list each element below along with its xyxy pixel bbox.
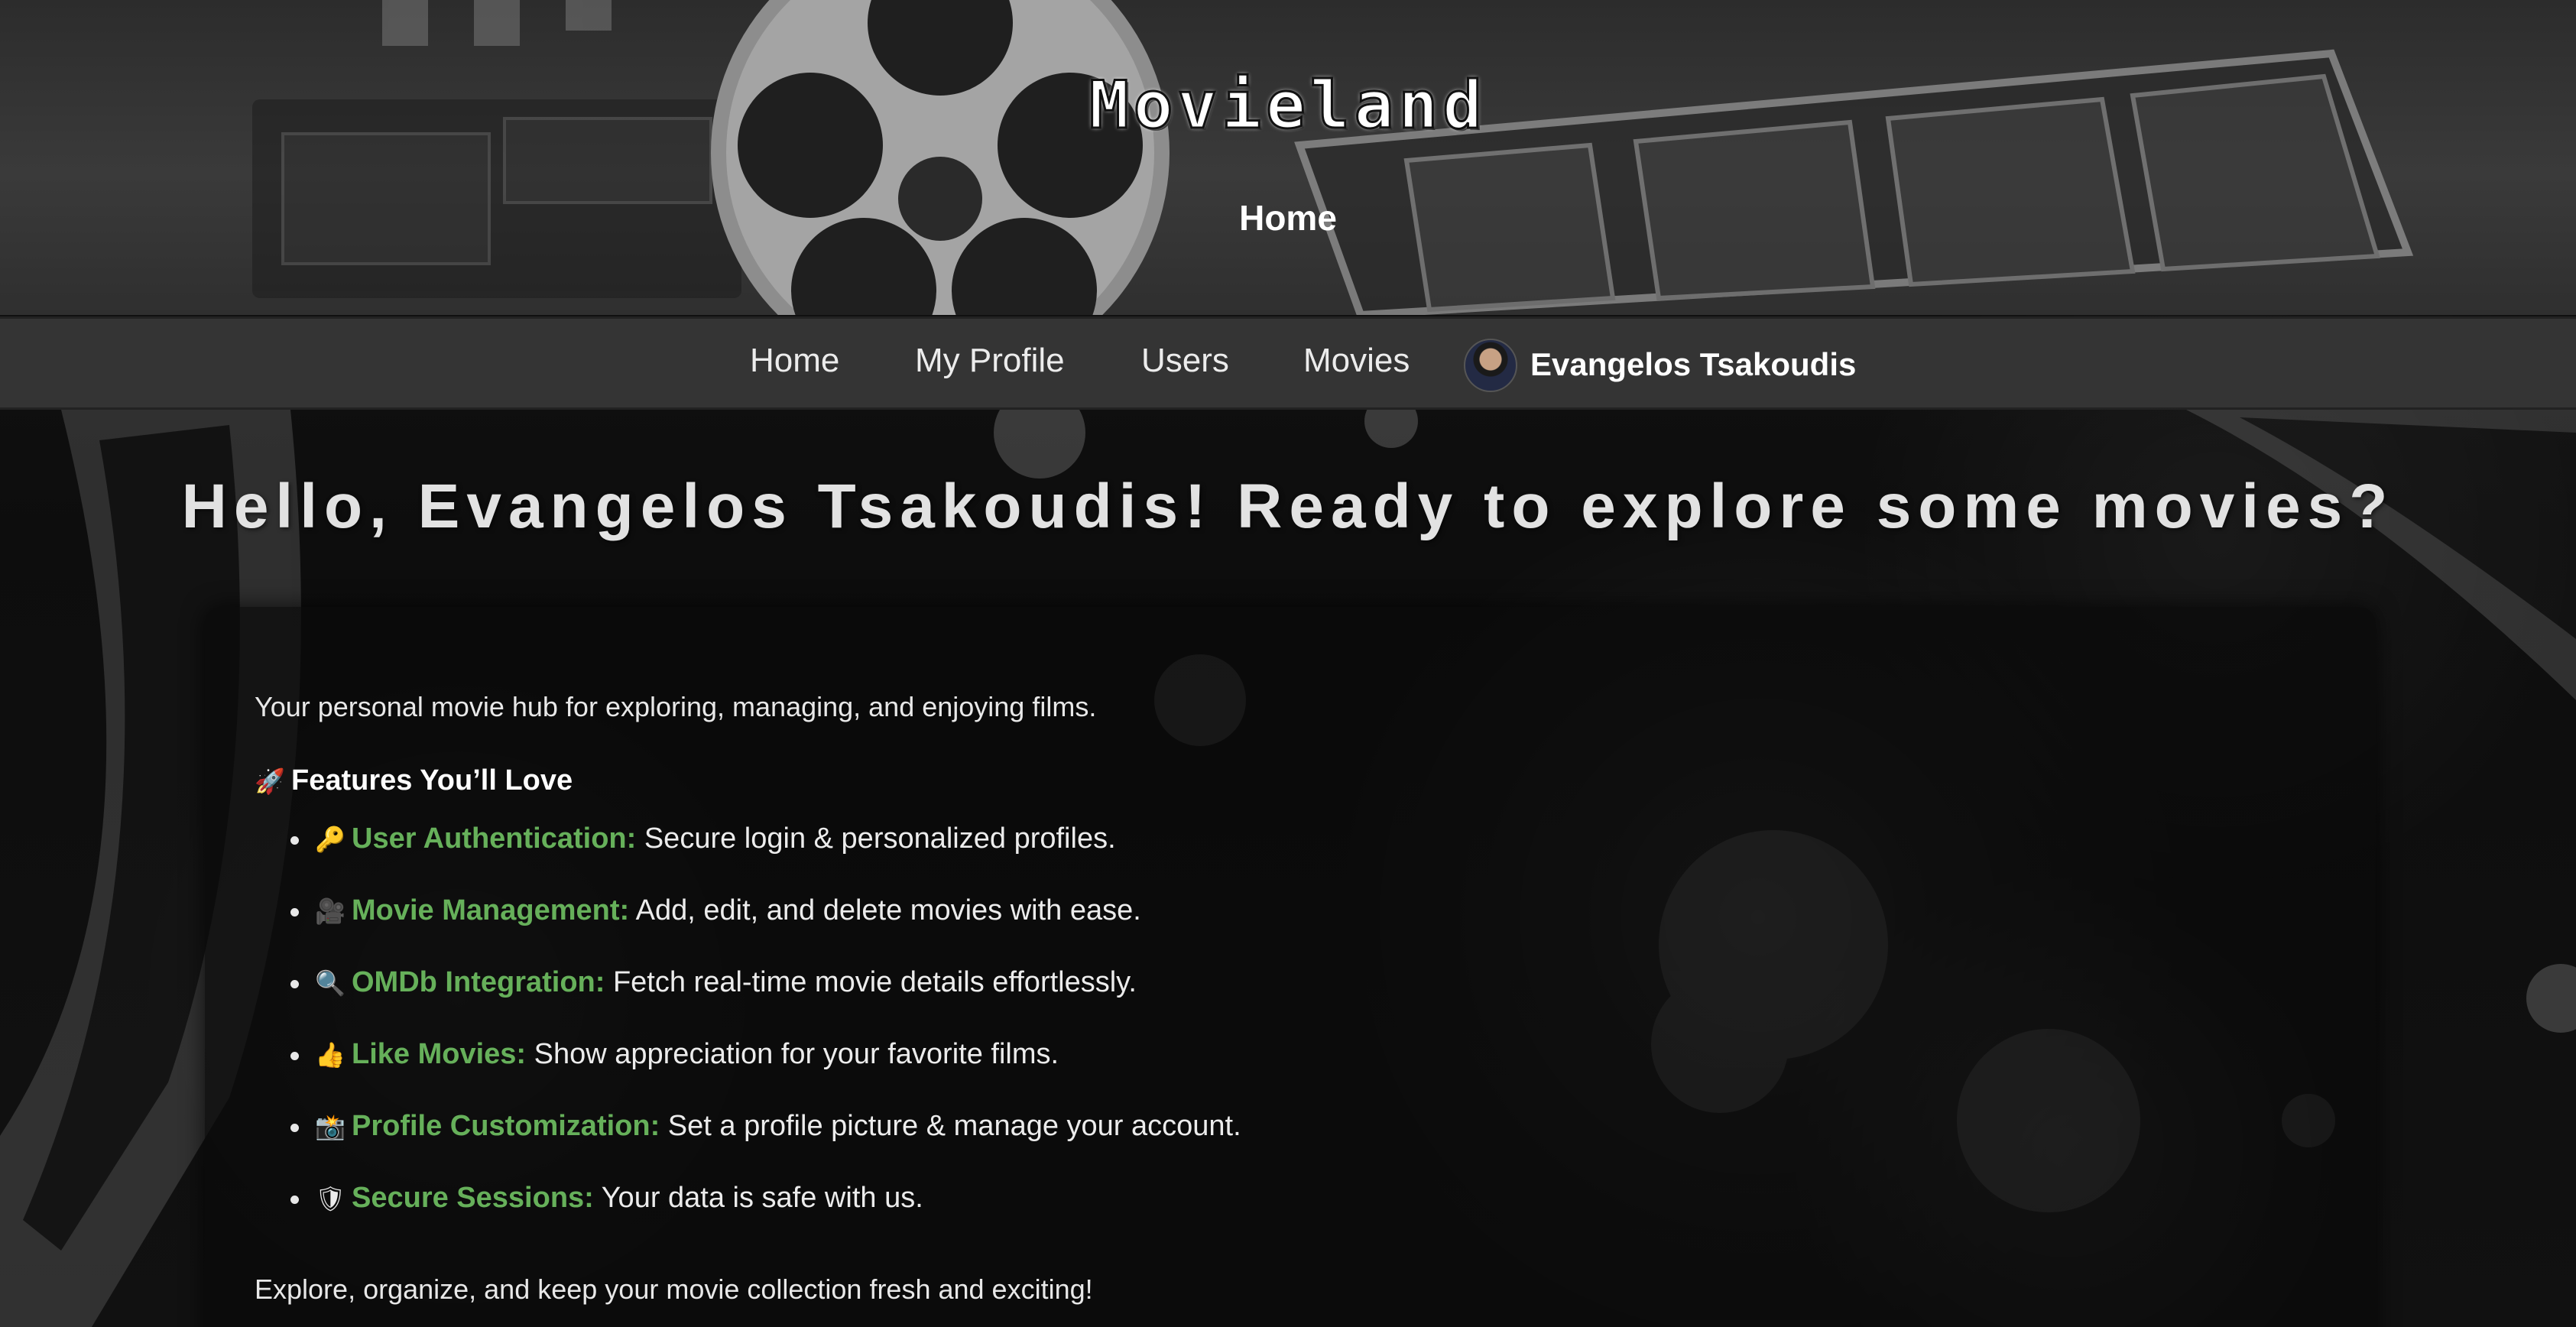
intro-text: Your personal movie hub for exploring, m… bbox=[255, 691, 1097, 722]
features-heading-label: Features You’ll Love bbox=[291, 764, 573, 797]
feature-description: Fetch real-time movie details effortless… bbox=[605, 966, 1137, 998]
feature-item-secure-sessions: 🛡 Secure Sessions: Your data is safe with… bbox=[290, 1182, 1241, 1254]
feature-title: Movie Management: bbox=[352, 894, 630, 926]
feature-title: OMDb Integration: bbox=[352, 966, 605, 998]
nav-link-my-profile[interactable]: My Profile bbox=[915, 342, 1065, 380]
page: Movieland Home Home My Profile Users Mov… bbox=[0, 0, 2576, 1327]
closing-text: Explore, organize, and keep your movie c… bbox=[255, 1273, 1093, 1305]
feature-title: User Authentication: bbox=[352, 822, 637, 855]
thumbs-up-icon: 👍 bbox=[315, 1040, 346, 1069]
feature-description: Set a profile picture & manage your acco… bbox=[660, 1110, 1241, 1142]
feature-item-user-authentication: 🔑 User Authentication: Secure login & per… bbox=[290, 822, 1241, 894]
key-icon: 🔑 bbox=[315, 825, 346, 854]
nav-link-users[interactable]: Users bbox=[1141, 342, 1229, 380]
nav-link-movies[interactable]: Movies bbox=[1303, 342, 1410, 380]
feature-title: Secure Sessions: bbox=[352, 1182, 594, 1214]
shield-icon: 🛡 bbox=[315, 1184, 346, 1213]
bullet bbox=[290, 836, 299, 845]
bullet bbox=[290, 1196, 299, 1204]
movie-camera-icon: 🎥 bbox=[315, 897, 346, 926]
welcome-heading: Hello, Evangelos Tsakoudis! Ready to exp… bbox=[181, 472, 2395, 541]
feature-description: Add, edit, and delete movies with ease. bbox=[629, 894, 1141, 926]
feature-description: Secure login & personalized profiles. bbox=[636, 822, 1116, 855]
feature-item-omdb-integration: 🔍 OMDb Integration: Fetch real-time movie… bbox=[290, 966, 1241, 1038]
film-reel-banner-art bbox=[252, 0, 2414, 315]
bullet bbox=[290, 908, 299, 917]
feature-description: Your data is safe with us. bbox=[593, 1182, 923, 1214]
main-navbar: Home My Profile Users Movies Evangelos T… bbox=[0, 316, 2576, 410]
magnifier-icon: 🔍 bbox=[315, 968, 346, 998]
bullet bbox=[290, 980, 299, 988]
page-title: Home bbox=[1239, 198, 1337, 238]
feature-item-like-movies: 👍 Like Movies: Show appreciation for your… bbox=[290, 1038, 1241, 1110]
feature-list: 🔑 User Authentication: Secure login & per… bbox=[290, 822, 1241, 1254]
features-heading: 🚀 Features You’ll Love bbox=[255, 764, 573, 797]
feature-description: Show appreciation for your favorite film… bbox=[526, 1038, 1059, 1070]
bullet bbox=[290, 1124, 299, 1132]
feature-item-movie-management: 🎥 Movie Management: Add, edit, and delete… bbox=[290, 894, 1241, 966]
feature-title: Profile Customization: bbox=[352, 1110, 660, 1142]
feature-title: Like Movies: bbox=[352, 1038, 527, 1070]
camera-icon: 📸 bbox=[315, 1112, 346, 1141]
nav-link-home[interactable]: Home bbox=[750, 342, 839, 380]
header-banner: Movieland Home bbox=[0, 0, 2576, 315]
user-name[interactable]: Evangelos Tsakoudis bbox=[1530, 346, 1856, 383]
bullet bbox=[290, 1052, 299, 1060]
feature-item-profile-customization: 📸 Profile Customization: Set a profile pi… bbox=[290, 1110, 1241, 1182]
rocket-icon: 🚀 bbox=[255, 767, 285, 796]
site-logo[interactable]: Movieland bbox=[0, 67, 2576, 145]
user-avatar[interactable] bbox=[1464, 339, 1517, 392]
